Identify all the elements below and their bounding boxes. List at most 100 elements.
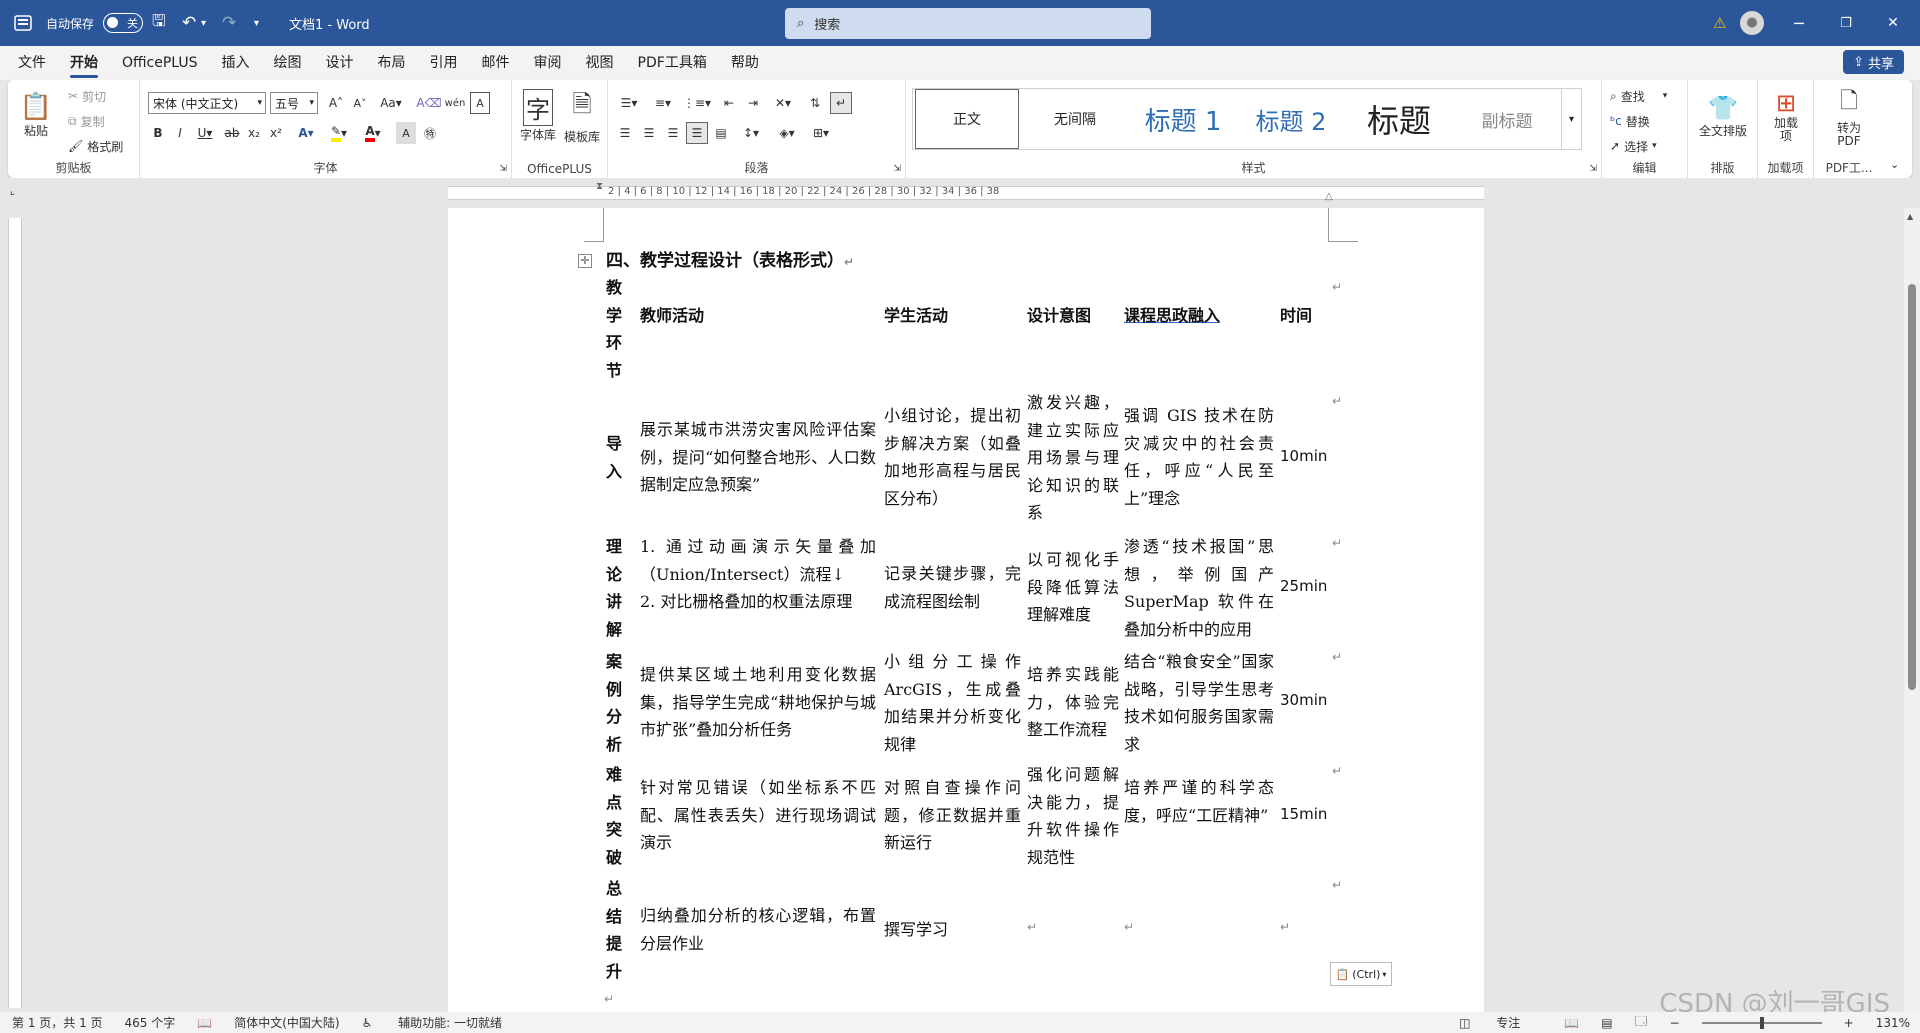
change-case-icon[interactable]: Aa▾: [376, 92, 406, 114]
autosave-toggle[interactable]: 关: [103, 13, 143, 33]
shading-icon[interactable]: ◈▾: [772, 122, 802, 144]
paste-options-button[interactable]: 📋 (Ctrl) ▾: [1330, 962, 1392, 986]
language-indicator[interactable]: 简体中文(中国大陆): [234, 1014, 339, 1031]
font-name-select[interactable]: 宋体 (中文正文) ▾: [148, 92, 266, 114]
subscript-icon[interactable]: x₂: [244, 122, 264, 144]
scroll-thumb[interactable]: [1908, 284, 1916, 690]
save-icon[interactable]: 🖫: [152, 0, 166, 46]
style-heading-2[interactable]: 标题 2: [1239, 89, 1343, 149]
paste-button[interactable]: 📋 粘贴: [18, 86, 54, 144]
justify-icon[interactable]: ☰: [686, 122, 708, 144]
tab-file[interactable]: 文件: [6, 46, 58, 80]
table-move-handle-icon[interactable]: ✛: [578, 254, 592, 268]
share-button[interactable]: ⇪ 共享: [1843, 50, 1904, 74]
select-button[interactable]: ➚ 选择 ▾: [1610, 136, 1657, 156]
increase-indent-icon[interactable]: ⇥: [742, 92, 764, 114]
phonetic-guide-icon[interactable]: wén: [444, 92, 466, 114]
right-indent-marker-icon[interactable]: △: [1325, 191, 1333, 202]
tab-home[interactable]: 开始: [58, 46, 110, 80]
distributed-icon[interactable]: ▤: [710, 122, 732, 144]
italic-icon[interactable]: I: [170, 122, 190, 144]
full-layout-button[interactable]: 👕 全文排版: [1692, 86, 1754, 146]
grow-font-icon[interactable]: A˄: [326, 92, 346, 114]
close-button[interactable]: ✕: [1870, 0, 1916, 46]
tab-officeplus[interactable]: OfficePLUS: [110, 46, 210, 80]
zoom-out-icon[interactable]: −: [1670, 1016, 1680, 1030]
style-no-spacing[interactable]: 无间隔: [1023, 89, 1127, 149]
web-layout-icon[interactable]: 🗔: [1635, 1012, 1648, 1033]
text-effects-icon[interactable]: A▾: [292, 122, 320, 144]
format-painter-button[interactable]: 🖌 格式刷: [68, 136, 123, 156]
line-spacing-icon[interactable]: ↕▾: [736, 122, 766, 144]
proofing-icon[interactable]: 📖: [197, 1016, 212, 1030]
dialog-launcher-icon[interactable]: ⇲: [1589, 164, 1597, 174]
replace-button[interactable]: ᵇc 替换: [1610, 111, 1650, 131]
minimize-button[interactable]: ─: [1776, 0, 1822, 46]
numbering-icon[interactable]: ≡▾: [648, 92, 678, 114]
multilevel-list-icon[interactable]: ⋮≡▾: [682, 92, 712, 114]
char-shading-icon[interactable]: A: [396, 122, 416, 144]
tab-mailings[interactable]: 邮件: [470, 46, 522, 80]
char-border-icon[interactable]: A: [470, 92, 490, 114]
highlight-icon[interactable]: ✎ ▾: [324, 122, 354, 144]
enclose-char-icon[interactable]: ㊕: [420, 122, 440, 144]
chinese-layout-icon[interactable]: ✕▾: [768, 92, 798, 114]
underline-icon[interactable]: U▾: [192, 122, 218, 144]
tab-design[interactable]: 设计: [314, 46, 366, 80]
undo-dropdown-icon[interactable]: ▾: [201, 0, 206, 46]
tab-review[interactable]: 审阅: [522, 46, 574, 80]
page-indicator[interactable]: 第 1 页，共 1 页: [12, 1014, 103, 1031]
styles-more-icon[interactable]: ▾: [1561, 89, 1581, 149]
style-title[interactable]: 标题: [1347, 89, 1451, 149]
document-page[interactable]: 四、教学过程设计（表格形式）↵ 教学环节 教师活动 学生活动 设计意图 课程思政…: [448, 208, 1484, 1012]
vertical-scrollbar[interactable]: ▲: [1904, 208, 1920, 1012]
sort-icon[interactable]: ⇅: [804, 92, 826, 114]
accessibility-indicator[interactable]: ♿ 辅助功能: 一切就绪: [362, 1014, 524, 1031]
align-right-icon[interactable]: ☰: [662, 122, 684, 144]
avatar[interactable]: ●: [1740, 11, 1764, 35]
bold-icon[interactable]: B: [148, 122, 168, 144]
redo-icon[interactable]: ↷: [222, 0, 236, 46]
align-left-icon[interactable]: ☰: [614, 122, 636, 144]
style-normal[interactable]: 正文: [915, 89, 1019, 149]
font-library-button[interactable]: 字字体库: [518, 86, 558, 146]
addins-button[interactable]: ⊞ 加载项: [1762, 86, 1810, 146]
tab-layout[interactable]: 布局: [366, 46, 418, 80]
focus-button[interactable]: ◫ 专注: [1459, 1014, 1542, 1031]
tab-pdf-toolbox[interactable]: PDF工具箱: [626, 46, 719, 80]
copy-button[interactable]: ⧉ 复制: [68, 111, 105, 131]
search-box[interactable]: ⌕ 搜索: [785, 8, 1151, 39]
tab-selector-icon[interactable]: ⌞: [10, 186, 15, 197]
indent-marker-icon[interactable]: ⧗: [596, 181, 603, 192]
clear-format-icon[interactable]: A⌫: [416, 92, 441, 114]
word-count[interactable]: 465 个字: [125, 1014, 176, 1031]
restore-button[interactable]: ❐: [1823, 0, 1869, 46]
customize-qat-icon[interactable]: ▾: [254, 0, 259, 46]
print-layout-icon[interactable]: ▤: [1601, 1016, 1612, 1030]
superscript-icon[interactable]: x²: [266, 122, 286, 144]
borders-icon[interactable]: ⊞▾: [806, 122, 836, 144]
undo-icon[interactable]: ↶: [182, 0, 196, 46]
dialog-launcher-icon[interactable]: ⇲: [893, 164, 901, 174]
tab-draw[interactable]: 绘图: [262, 46, 314, 80]
zoom-in-icon[interactable]: +: [1844, 1016, 1854, 1030]
scroll-up-icon[interactable]: ▲: [1907, 212, 1913, 221]
zoom-level[interactable]: 131%: [1876, 1016, 1910, 1030]
warning-icon[interactable]: ⚠: [1713, 0, 1726, 46]
cut-button[interactable]: ✂ 剪切: [68, 86, 106, 106]
tab-references[interactable]: 引用: [418, 46, 470, 80]
font-color-icon[interactable]: A ▾: [358, 122, 388, 144]
collapse-ribbon-icon[interactable]: ⌄: [1890, 158, 1899, 171]
find-button[interactable]: ⌕ 查找 ▾: [1610, 86, 1667, 106]
decrease-indent-icon[interactable]: ⇤: [718, 92, 740, 114]
tab-insert[interactable]: 插入: [210, 46, 262, 80]
convert-pdf-button[interactable]: 🗋 转为PDF: [1818, 86, 1880, 148]
bullets-icon[interactable]: ☰▾: [614, 92, 644, 114]
template-library-button[interactable]: 🗎 模板库: [562, 86, 602, 146]
tab-help[interactable]: 帮助: [719, 46, 771, 80]
shrink-font-icon[interactable]: A˅: [350, 92, 370, 114]
align-center-icon[interactable]: ☰: [638, 122, 660, 144]
style-subtitle[interactable]: 副标题: [1455, 89, 1559, 149]
font-size-select[interactable]: 五号 ▾: [270, 92, 318, 114]
dialog-launcher-icon[interactable]: ⇲: [499, 164, 507, 174]
